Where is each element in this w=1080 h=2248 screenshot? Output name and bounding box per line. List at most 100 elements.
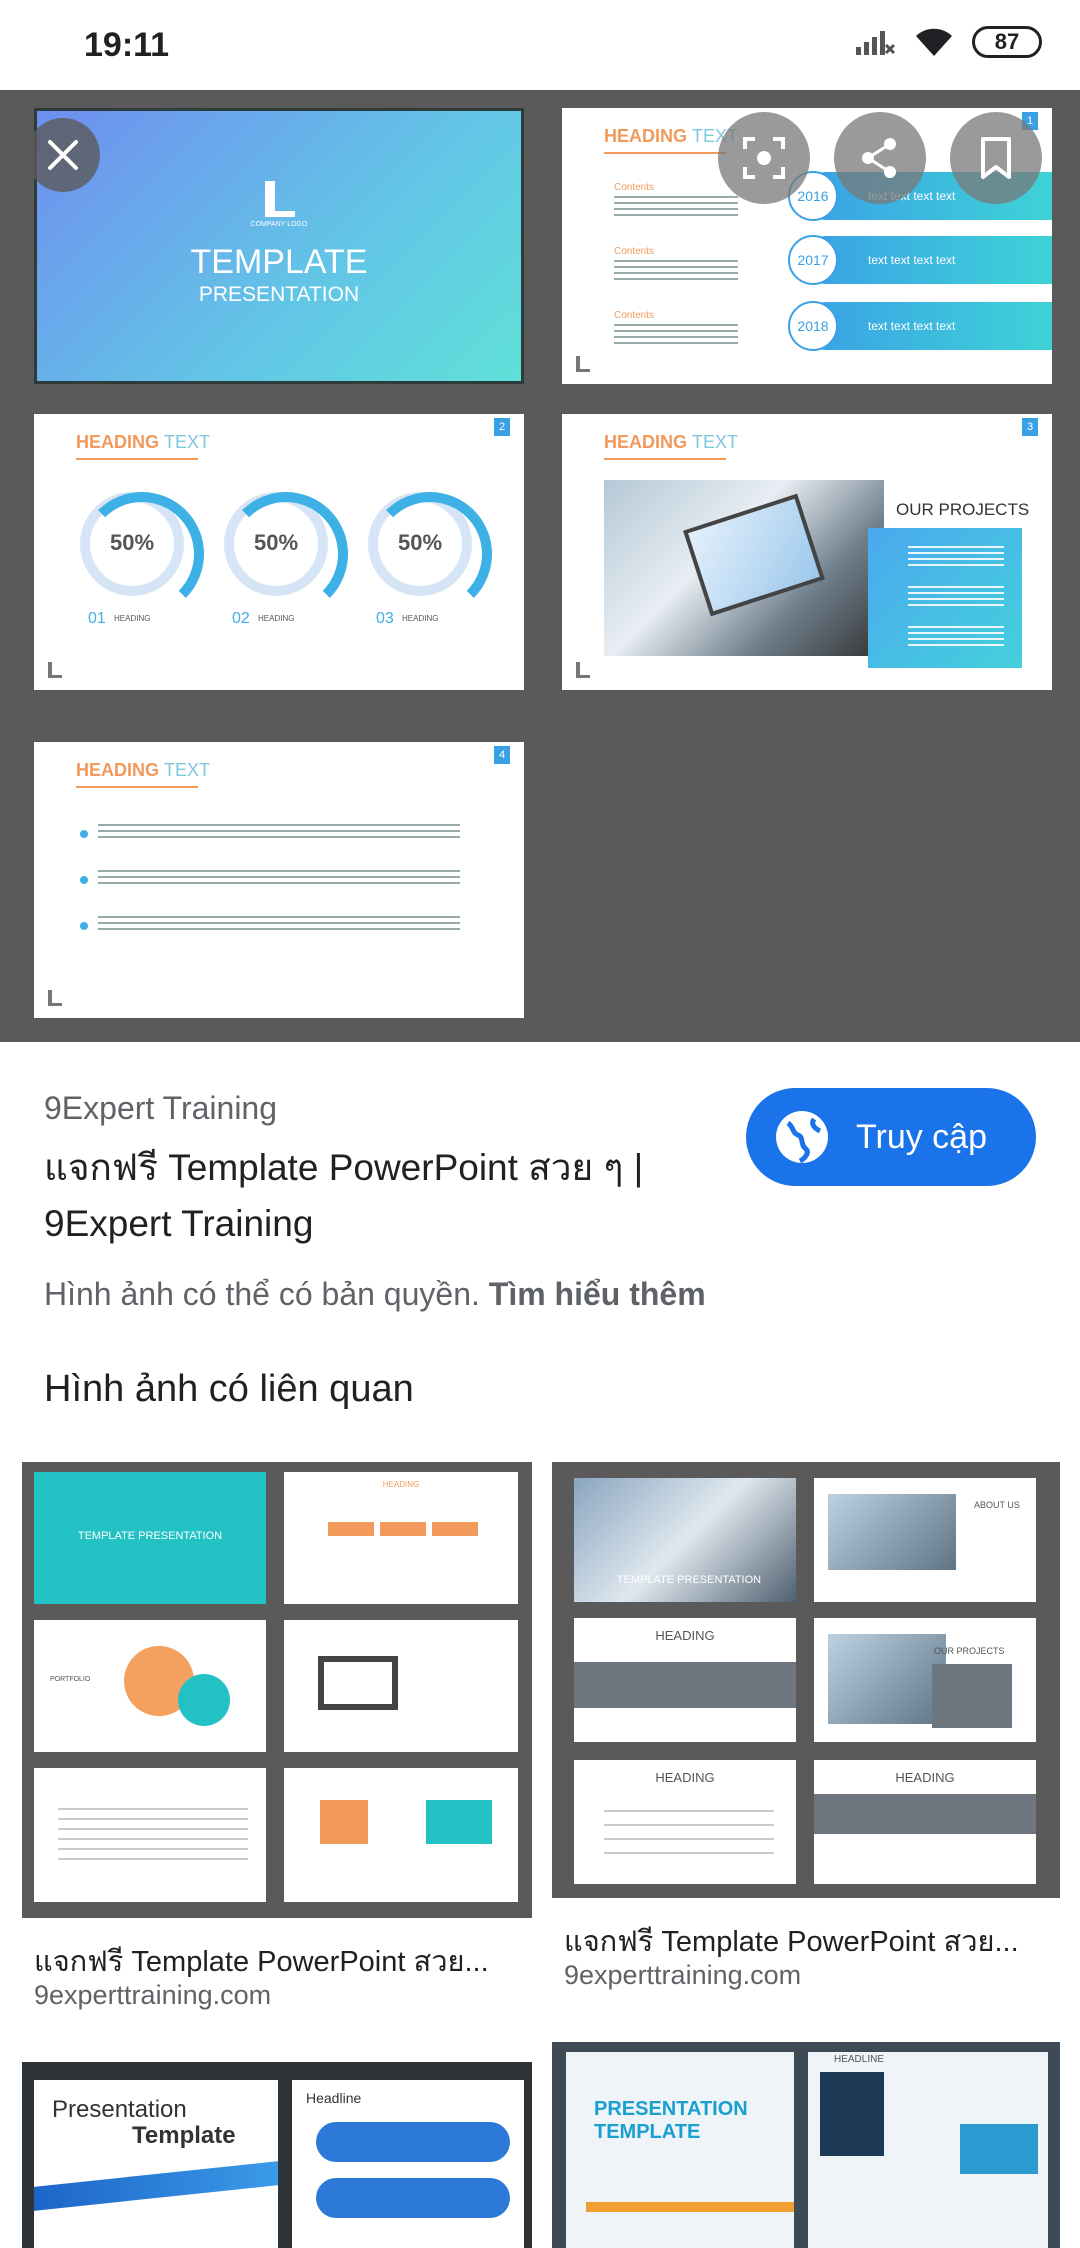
mini-band (932, 1664, 1012, 1728)
timeline-year: 2017 (788, 235, 838, 285)
item-number: 02 (232, 610, 250, 627)
related-card[interactable]: TEMPLATE PRESENTATION ABOUT US HEADING O… (552, 1462, 1060, 2002)
text-lines (908, 586, 1004, 606)
logo-mark (576, 662, 590, 678)
mini-slide: TEMPLATE PRESENTATION (574, 1478, 796, 1602)
lens-icon (743, 137, 785, 179)
slide-number: 3 (1022, 418, 1038, 436)
close-button[interactable] (26, 118, 100, 192)
timeline-bar: text text text text (802, 302, 1052, 350)
text-lines (908, 626, 1004, 646)
projects-box (868, 528, 1022, 668)
copyright-text: Hình ảnh có thể có bản quyền. (44, 1276, 480, 1312)
image-preview[interactable]: COMPANY LOGO TEMPLATE PRESENTATION HEADI… (0, 90, 1080, 1042)
mini-band (814, 1794, 1036, 1834)
cover-logo-text: COMPANY LOGO (250, 221, 308, 228)
heading-rule (604, 152, 726, 154)
mini-block (426, 1800, 492, 1844)
share-button[interactable] (834, 112, 926, 204)
slide-number: 2 (494, 418, 510, 436)
mini-slide-text: Template (132, 2122, 236, 2149)
slide-heading: HEADING TEXT (604, 126, 739, 146)
mini-slide (34, 1768, 266, 1902)
related-images-title: Hình ảnh có liên quan (44, 1368, 414, 1410)
mini-slide: Presentation Template (34, 2080, 278, 2248)
related-thumbnail[interactable]: TEMPLATE PRESENTATION HEADING PORTFOLIO (22, 1462, 532, 1918)
logo-mark (48, 990, 62, 1006)
logo-mark (48, 662, 62, 678)
signal-icon (856, 31, 896, 55)
donut-chart: 50% (368, 492, 492, 616)
mini-slide: HEADING (574, 1618, 796, 1742)
related-card[interactable]: PRESENTATION TEMPLATE HEADLINE (552, 2042, 1060, 2248)
contents-label: Contents (614, 182, 655, 193)
related-thumbnail[interactable]: PRESENTATION TEMPLATE HEADLINE (552, 2042, 1060, 2248)
mini-band (34, 2161, 278, 2211)
bullet-dot (80, 830, 88, 838)
mini-slide-text: HEADING (655, 1628, 715, 1643)
mini-band (316, 2178, 510, 2218)
mini-slide: HEADLINE (808, 2052, 1048, 2248)
globe-icon (776, 1111, 828, 1164)
mini-band (574, 1662, 796, 1708)
mini-slide-text: HEADING (382, 1480, 420, 1489)
text-lines (614, 196, 738, 216)
mini-block (328, 1522, 374, 1536)
mini-block (820, 2072, 884, 2156)
result-source: 9Expert Training (44, 1090, 278, 1126)
slide-heading: HEADING TEXT (604, 432, 739, 452)
mini-slide: PRESENTATION TEMPLATE (566, 2052, 794, 2248)
card-caption[interactable]: แจกฟรี Template PowerPoint สวย... (34, 1938, 534, 1984)
cover-title: TEMPLATE (190, 243, 368, 281)
battery-icon: 87 (972, 26, 1042, 58)
mini-slide-text: OUR PROJECTS (934, 1646, 1005, 1656)
mini-block (960, 2124, 1038, 2174)
timeline-year: 2018 (788, 301, 838, 351)
heading-rule (76, 786, 198, 788)
item-label: HEADING (114, 614, 151, 623)
mini-slide-text: PORTFOLIO (50, 1676, 91, 1683)
slide-cover: COMPANY LOGO TEMPLATE PRESENTATION (34, 108, 524, 384)
slide-heading: HEADING TEXT (76, 760, 211, 780)
mini-photo (828, 1634, 946, 1724)
mini-slide-text: TEMPLATE PRESENTATION (77, 1530, 223, 1542)
learn-more-link[interactable]: Tìm hiểu thêm (489, 1276, 706, 1312)
result-title[interactable]: แจกฟรี Template PowerPoint สวย ๆ | 9Expe… (44, 1140, 704, 1252)
card-caption[interactable]: แจกฟรี Template PowerPoint สวย... (564, 1918, 1058, 1964)
logo-mark (576, 356, 590, 372)
tablet-photo (604, 480, 884, 656)
mini-block (380, 1522, 426, 1536)
donut-chart: 50% (224, 492, 348, 616)
mini-block (320, 1800, 368, 1844)
wifi-icon (916, 28, 952, 56)
text-lines (98, 870, 460, 884)
visit-label: Truy cập (856, 1117, 988, 1156)
lens-button[interactable] (718, 112, 810, 204)
mini-slide-text: TEMPLATE PRESENTATION (616, 1574, 762, 1586)
text-lines (614, 260, 738, 280)
item-label: HEADING (258, 614, 295, 623)
projects-title: OUR PROJECTS (896, 500, 1030, 519)
slide-projects: HEADING TEXT 3 OUR PROJECTS (562, 414, 1052, 690)
text-lines (98, 916, 460, 930)
text-lines (614, 324, 738, 344)
heading-rule (604, 458, 726, 460)
mini-slide: HEADING (574, 1760, 796, 1884)
related-card[interactable]: Presentation Template Headline (22, 2062, 532, 2248)
visit-button[interactable]: Truy cập (746, 1088, 1036, 1186)
related-card[interactable]: TEMPLATE PRESENTATION HEADING PORTFOLIO … (22, 1462, 532, 2022)
slide-number: 4 (494, 746, 510, 764)
timeline-bar: text text text text (802, 236, 1052, 284)
related-thumbnail[interactable]: TEMPLATE PRESENTATION ABOUT US HEADING O… (552, 1462, 1060, 1898)
status-icons: 87 (854, 26, 1042, 58)
text-lines (908, 546, 1004, 566)
contents-label: Contents (614, 246, 655, 257)
bullet-dot (80, 922, 88, 930)
mini-slide-text: Presentation (52, 2096, 187, 2123)
contents-label: Contents (614, 310, 655, 321)
slide-bullets: HEADING TEXT 4 (34, 742, 524, 1018)
related-thumbnail[interactable]: Presentation Template Headline (22, 2062, 532, 2248)
text-lines (604, 1810, 774, 1860)
bookmark-button[interactable] (950, 112, 1042, 204)
mini-slide-text: HEADING (895, 1770, 955, 1785)
